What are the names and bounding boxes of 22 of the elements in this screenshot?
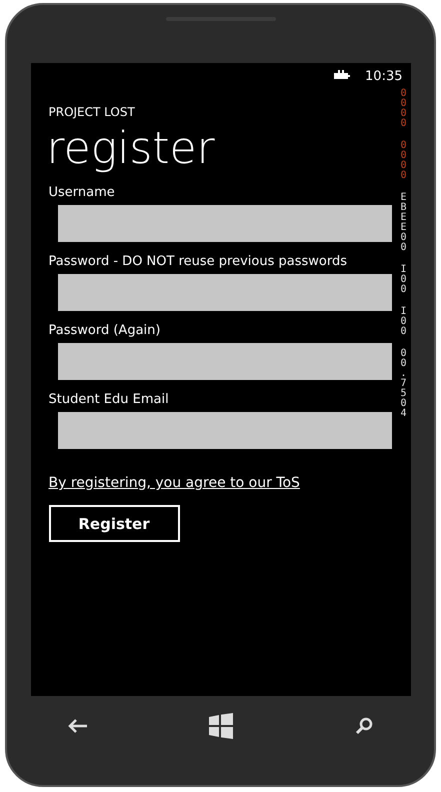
windows-logo-icon[interactable] xyxy=(209,712,234,738)
terms-link[interactable]: By registering, you agree to our ToS xyxy=(48,475,300,491)
frame-counter-value: 0000 xyxy=(399,141,408,181)
search-icon[interactable] xyxy=(355,716,374,734)
page-title: register xyxy=(46,127,215,171)
field-label: Student Edu Email xyxy=(48,392,170,407)
input-field[interactable] xyxy=(58,205,392,242)
clock-time: 10:35 xyxy=(365,68,402,84)
frame-counter-value: I 00 xyxy=(399,307,408,337)
app-title: PROJECT LOST xyxy=(48,105,135,119)
field-label: Username xyxy=(48,185,116,200)
input-field[interactable] xyxy=(58,274,392,311)
field-label: Password (Again) xyxy=(48,323,162,338)
back-arrow-icon[interactable] xyxy=(68,718,88,732)
input-field[interactable] xyxy=(58,412,392,449)
frame-counter-value: EBEE00 xyxy=(399,193,408,253)
frame-counter-value: 00 . 7504 xyxy=(399,349,408,419)
field-label: Password - DO NOT reuse previous passwords xyxy=(48,254,348,269)
frame-counter-value: 0000 xyxy=(399,89,408,129)
input-field[interactable] xyxy=(58,343,392,380)
frame-counter-value: I 00 xyxy=(399,265,408,295)
register-button[interactable]: Register xyxy=(48,505,180,542)
